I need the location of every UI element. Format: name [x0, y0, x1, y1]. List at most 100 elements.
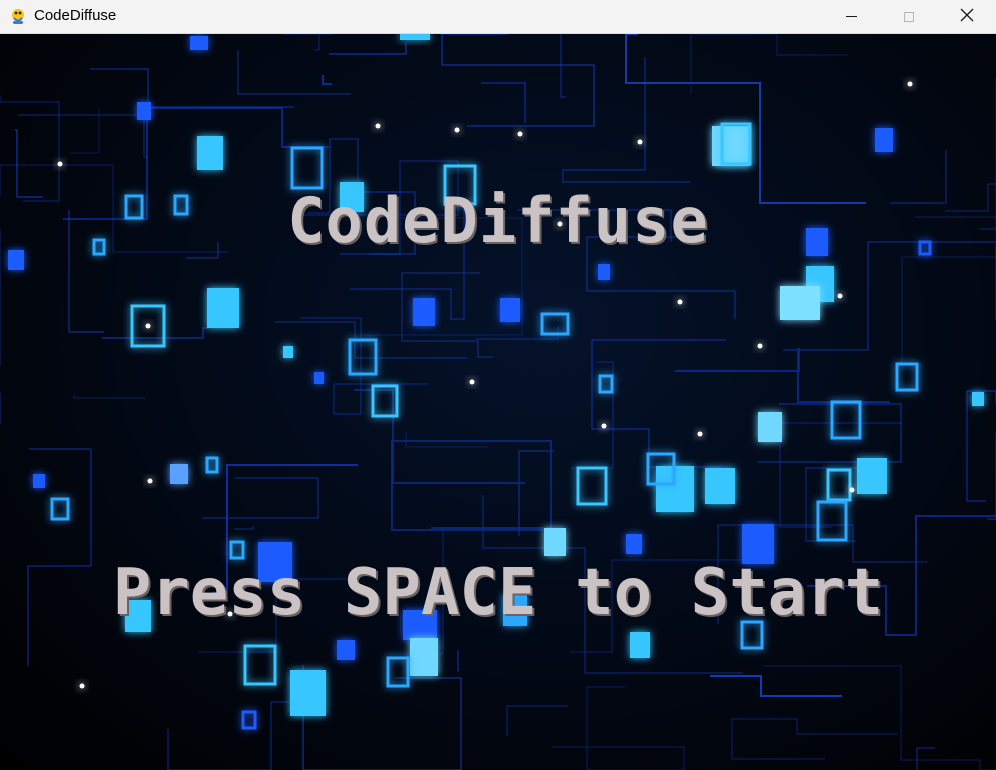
circuit-trace: [552, 686, 685, 770]
circuit-chip: [630, 632, 650, 658]
circuit-chip: [598, 374, 614, 394]
circuit-trace: [966, 390, 996, 502]
circuit-trace: [675, 348, 890, 403]
circuit-chip: [170, 464, 188, 484]
circuit-chip: [348, 338, 378, 376]
circuit-trace: [18, 114, 148, 158]
circuit-chip: [337, 640, 355, 660]
circuit-trace: [202, 477, 319, 519]
circuit-chip: [241, 710, 257, 730]
circuit-chip: [544, 528, 566, 556]
circuit-node: [79, 683, 85, 689]
circuit-chip: [290, 146, 324, 190]
python-snake-icon: [9, 7, 27, 25]
maximize-button[interactable]: [880, 0, 938, 33]
circuit-chip: [500, 298, 520, 322]
circuit-trace: [302, 665, 462, 770]
circuit-node: [469, 379, 475, 385]
circuit-trace: [329, 43, 407, 55]
circuit-chip: [875, 128, 893, 152]
circuit-trace: [405, 432, 488, 448]
circuit-chip: [758, 412, 782, 442]
circuit-trace: [518, 450, 554, 536]
close-button[interactable]: [938, 0, 996, 33]
title-bar[interactable]: CodeDiffuse: [0, 0, 996, 34]
circuit-chip: [826, 468, 852, 502]
start-prompt: Press SPACE to Start: [112, 556, 884, 630]
window-title: CodeDiffuse: [34, 7, 117, 24]
circuit-chip: [290, 670, 326, 716]
circuit-trace: [506, 705, 568, 736]
circuit-node: [757, 343, 763, 349]
circuit-chip: [780, 286, 820, 320]
circuit-node: [517, 131, 523, 137]
circuit-trace: [591, 339, 726, 468]
circuit-trace: [731, 718, 898, 760]
circuit-chip: [705, 468, 735, 504]
circuit-node: [601, 423, 607, 429]
circuit-trace: [73, 395, 145, 399]
circuit-node: [147, 478, 153, 484]
circuit-trace: [90, 68, 294, 108]
circuit-trace: [300, 317, 427, 415]
circuit-trace: [237, 50, 351, 95]
circuit-trace: [441, 34, 595, 127]
circuit-node: [907, 81, 913, 87]
circuit-chip: [816, 500, 848, 542]
circuit-trace: [710, 675, 842, 697]
circuit-trace: [764, 665, 996, 770]
circuit-chip: [895, 362, 919, 392]
circuit-chip: [410, 638, 438, 676]
circuit-trace: [916, 747, 935, 770]
circuit-chip: [207, 288, 239, 328]
circuit-node: [677, 299, 683, 305]
circuit-node: [697, 431, 703, 437]
circuit-trace: [354, 389, 525, 484]
circuit-chip: [626, 534, 642, 554]
circuit-trace: [283, 34, 333, 51]
game-window: CodeDiffuse CodeDiffuse Press SPACE to S…: [0, 0, 996, 770]
game-title: CodeDiffuse: [287, 184, 709, 257]
circuit-background: [0, 34, 996, 770]
circuit-trace: [234, 526, 254, 530]
circuit-chip: [598, 264, 610, 280]
circuit-trace: [167, 701, 304, 770]
circuit-node: [454, 127, 460, 133]
circuit-node: [837, 293, 843, 299]
circuit-trace: [457, 650, 459, 672]
circuit-node: [637, 139, 643, 145]
circuit-trace: [322, 75, 332, 85]
maximize-icon: [904, 11, 914, 22]
circuit-chip: [712, 126, 750, 166]
game-canvas[interactable]: CodeDiffuse Press SPACE to Start: [0, 34, 996, 770]
circuit-trace: [481, 82, 526, 123]
circuit-chip: [386, 656, 410, 688]
circuit-trace: [102, 327, 208, 339]
circuit-node: [57, 161, 63, 167]
circuit-chip: [205, 456, 219, 474]
circuit-chip: [540, 312, 570, 336]
circuit-trace: [625, 34, 866, 204]
minimize-button[interactable]: [822, 0, 880, 33]
circuit-chip: [137, 102, 151, 120]
circuit-node: [375, 123, 381, 129]
circuit-chip: [50, 497, 70, 521]
circuit-trace: [391, 440, 552, 531]
minimize-icon: [845, 16, 857, 17]
circuit-chip: [413, 298, 435, 326]
circuit-chip: [576, 466, 608, 506]
close-icon: [960, 7, 974, 26]
circuit-chip: [314, 372, 324, 384]
circuit-chip: [830, 400, 862, 440]
circuit-chip: [283, 346, 293, 358]
circuit-trace: [987, 433, 996, 520]
circuit-chip: [857, 458, 887, 494]
circuit-node: [145, 323, 151, 329]
circuit-chip: [33, 474, 45, 488]
circuit-chip: [400, 34, 430, 40]
circuit-chip: [972, 392, 984, 406]
circuit-trace: [690, 34, 848, 94]
circuit-chip: [197, 136, 223, 170]
circuit-node: [849, 487, 855, 493]
circuit-chip: [190, 36, 208, 50]
